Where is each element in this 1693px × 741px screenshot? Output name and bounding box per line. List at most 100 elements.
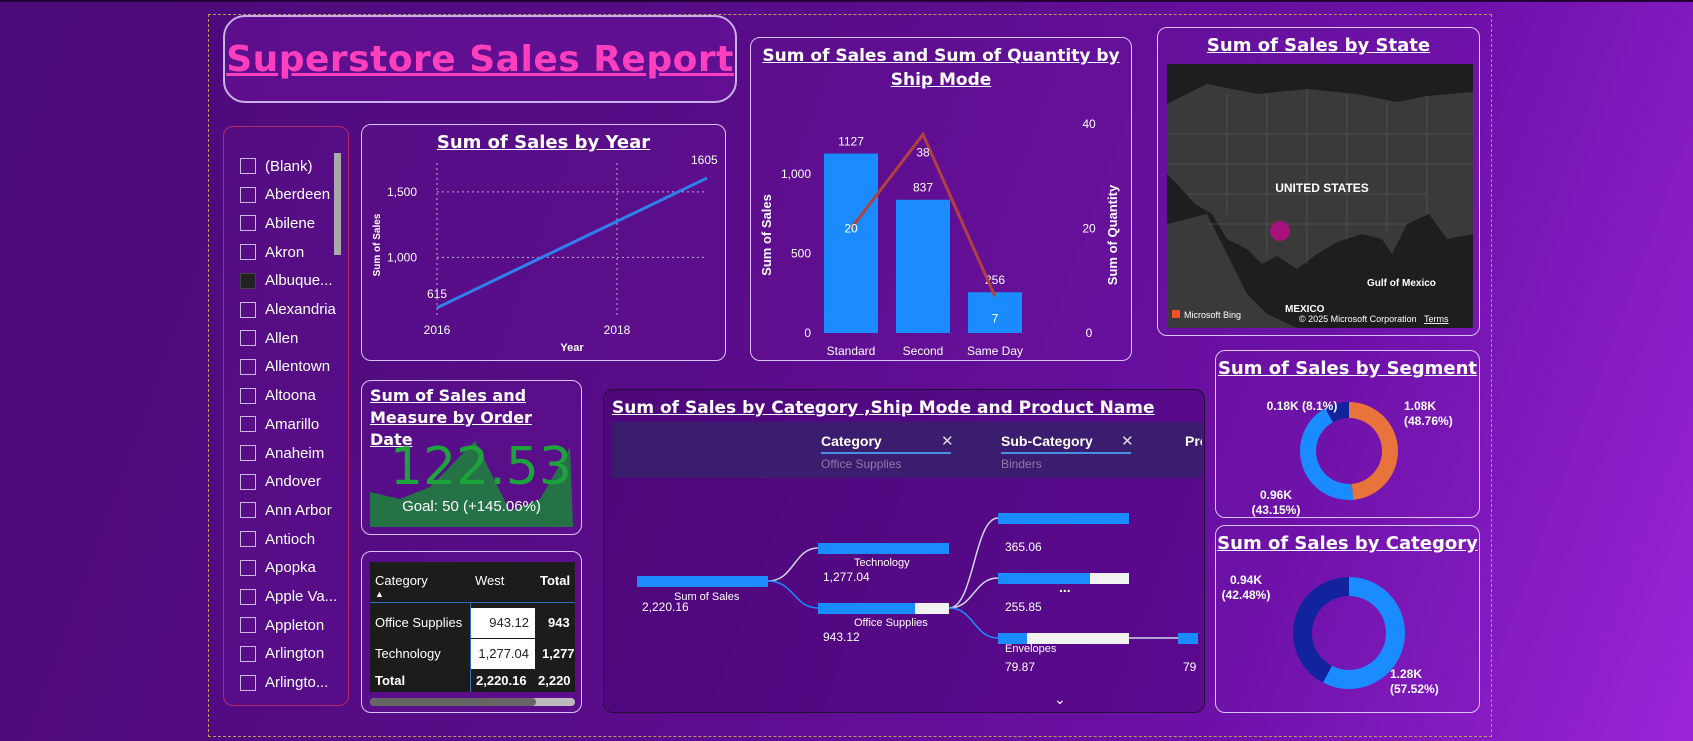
level-value-category: Office Supplies xyxy=(821,457,902,471)
checkbox[interactable] xyxy=(240,416,256,433)
matrix-cell-west[interactable]: 943.12 xyxy=(470,608,535,638)
matrix-header-total[interactable]: Total xyxy=(540,564,570,594)
slicer-item[interactable]: Allentown xyxy=(240,357,330,377)
report-title: Superstore Sales Report xyxy=(226,38,734,80)
decomp-node-value: 79.87 xyxy=(1005,660,1035,674)
checkbox[interactable] xyxy=(240,502,256,519)
checkbox[interactable] xyxy=(240,272,256,289)
checkbox[interactable] xyxy=(240,445,256,461)
y-axis-title: Sum of Sales xyxy=(759,194,774,276)
y-tick-label: 1,000 xyxy=(781,167,811,181)
checkbox[interactable] xyxy=(240,301,256,318)
slicer-item[interactable]: Alexandria xyxy=(240,300,336,320)
y2-axis-title: Sum of Quantity xyxy=(1105,184,1120,285)
checkbox[interactable] xyxy=(240,358,256,375)
close-icon[interactable]: ✕ xyxy=(1121,432,1134,450)
matrix-cell-category: Total xyxy=(375,673,406,688)
data-label: 20 xyxy=(844,222,858,236)
donut-slice xyxy=(1293,577,1349,683)
decomp-node-label: Envelopes xyxy=(1005,643,1057,655)
slicer-item[interactable]: Appleton xyxy=(240,615,324,635)
slicer-item-label: Aberdeen xyxy=(265,186,331,204)
x-tick-label: Standard xyxy=(827,344,876,358)
slicer-item[interactable]: Amarillo xyxy=(240,414,319,434)
sort-asc-icon[interactable]: ▲ xyxy=(375,589,384,599)
checkbox[interactable] xyxy=(240,387,256,404)
checkbox[interactable] xyxy=(240,559,256,576)
segment-donut[interactable]: 1.08K(48.76%) 0.96K(43.15%) 0.18K (8.1%) xyxy=(1216,383,1479,517)
slicer-item[interactable]: Arlington xyxy=(240,644,324,664)
slicer-item[interactable]: Arlingto... xyxy=(240,673,328,693)
slicer-item[interactable]: Aberdeen xyxy=(240,185,330,205)
matrix-row: Technology 1,277.04 1,277 xyxy=(370,639,575,669)
x-tick-label: Class xyxy=(908,359,938,360)
slicer-item-label: Anaheim xyxy=(265,444,325,462)
slicer-item[interactable]: Ann Arbor xyxy=(240,500,332,520)
checkbox[interactable] xyxy=(240,158,256,174)
y2-tick-label: 0 xyxy=(1086,326,1093,340)
slicer-item[interactable]: Allen xyxy=(240,328,298,348)
slicer-scrollbar[interactable] xyxy=(334,153,341,255)
state-map[interactable]: UNITED STATES Gulf of Mexico MEXICO Micr… xyxy=(1167,64,1473,328)
decomp-bar xyxy=(818,543,949,554)
donut-data-label: 0.96K xyxy=(1260,488,1292,502)
checkbox[interactable] xyxy=(240,244,256,261)
slicer-item[interactable]: (Blank) xyxy=(240,156,313,176)
matrix-cell-west[interactable]: 1,277.04 xyxy=(470,639,535,669)
checkbox[interactable] xyxy=(240,531,256,548)
sales-by-year-title: Sum of Sales by Year xyxy=(436,132,651,153)
slicer-item-label: Akron xyxy=(265,243,305,261)
donut-data-label: (57.52%) xyxy=(1390,682,1439,696)
kpi-card: Sum of Sales and Measure by Order Date 1… xyxy=(361,380,582,535)
checkbox[interactable] xyxy=(240,645,256,662)
donut-data-label: 0.94K xyxy=(1230,573,1262,587)
close-icon[interactable]: ✕ xyxy=(941,432,954,450)
slicer-item[interactable]: Albuque... xyxy=(240,271,333,291)
x-tick-label: Same Day xyxy=(967,344,1023,358)
checkbox[interactable] xyxy=(240,186,256,203)
sales-by-segment-card: Sum of Sales by Segment 1.08K (48.76%) 0.9… xyxy=(1215,350,1480,518)
x-tick-label: 2016 xyxy=(424,323,451,337)
category-donut[interactable]: 1.28K(57.52%) 0.94K(42.48%) xyxy=(1216,558,1479,712)
donut-data-label: 0.18K (8.1%) xyxy=(1267,399,1338,413)
slicer-item-label: Albuque... xyxy=(265,272,333,290)
decomp-node-value: 943.12 xyxy=(823,630,860,644)
map-country-label: UNITED STATES xyxy=(1275,181,1369,195)
slicer-item-label: Antioch xyxy=(265,530,316,548)
checkbox[interactable] xyxy=(240,215,256,232)
decomp-node-value: 365.06 xyxy=(1005,540,1042,554)
donut-data-label: (43.15%) xyxy=(1252,503,1301,517)
map-terms-link[interactable]: Terms xyxy=(1424,314,1449,324)
sales-by-year-card: Sum of Sales by Year 1,000 1,500 615 1605 20… xyxy=(361,124,726,361)
more-options-icon: ... xyxy=(1059,579,1071,595)
slicer-item[interactable]: Apple Va... xyxy=(240,587,337,607)
decomposition-title: Sum of Sales by Category ,Ship Mode and … xyxy=(612,398,1155,418)
checkbox[interactable] xyxy=(240,588,256,605)
sales-by-state-card: Sum of Sales by State UNITED STATES Gulf… xyxy=(1157,27,1480,336)
slicer-item-label: Abilene xyxy=(265,214,316,232)
checkbox[interactable] xyxy=(240,473,256,490)
matrix-scrollbar-thumb[interactable] xyxy=(370,698,536,706)
checkbox[interactable] xyxy=(240,617,256,634)
checkbox[interactable] xyxy=(240,330,256,347)
map-copyright: © 2025 Microsoft Corporation xyxy=(1299,314,1417,324)
matrix-cell-total: 943 xyxy=(548,615,570,630)
decomposition-tree[interactable]: Sum of Sales2,220.16Technology1,277.04Of… xyxy=(604,482,1204,712)
top-border xyxy=(0,0,1693,2)
checkbox[interactable] xyxy=(240,674,256,691)
matrix-scrollbar-track[interactable] xyxy=(370,698,575,706)
slicer-item[interactable]: Akron xyxy=(240,242,304,262)
state-bubble[interactable] xyxy=(1270,221,1290,241)
slicer-item[interactable]: Abilene xyxy=(240,213,315,233)
decomp-link xyxy=(948,577,999,609)
slicer-item[interactable]: Andover xyxy=(240,472,321,492)
decomp-root-bar xyxy=(637,576,768,587)
segment-title: Sum of Sales by Segment xyxy=(1217,358,1478,379)
matrix-header-west[interactable]: West xyxy=(475,564,504,594)
donut-data-label: 1.08K xyxy=(1404,399,1436,413)
slicer-item[interactable]: Apopka xyxy=(240,558,316,578)
slicer-item[interactable]: Antioch xyxy=(240,529,315,549)
slicer-item[interactable]: Altoona xyxy=(240,386,316,406)
sales-bar xyxy=(824,153,878,333)
slicer-item[interactable]: Anaheim xyxy=(240,443,324,463)
